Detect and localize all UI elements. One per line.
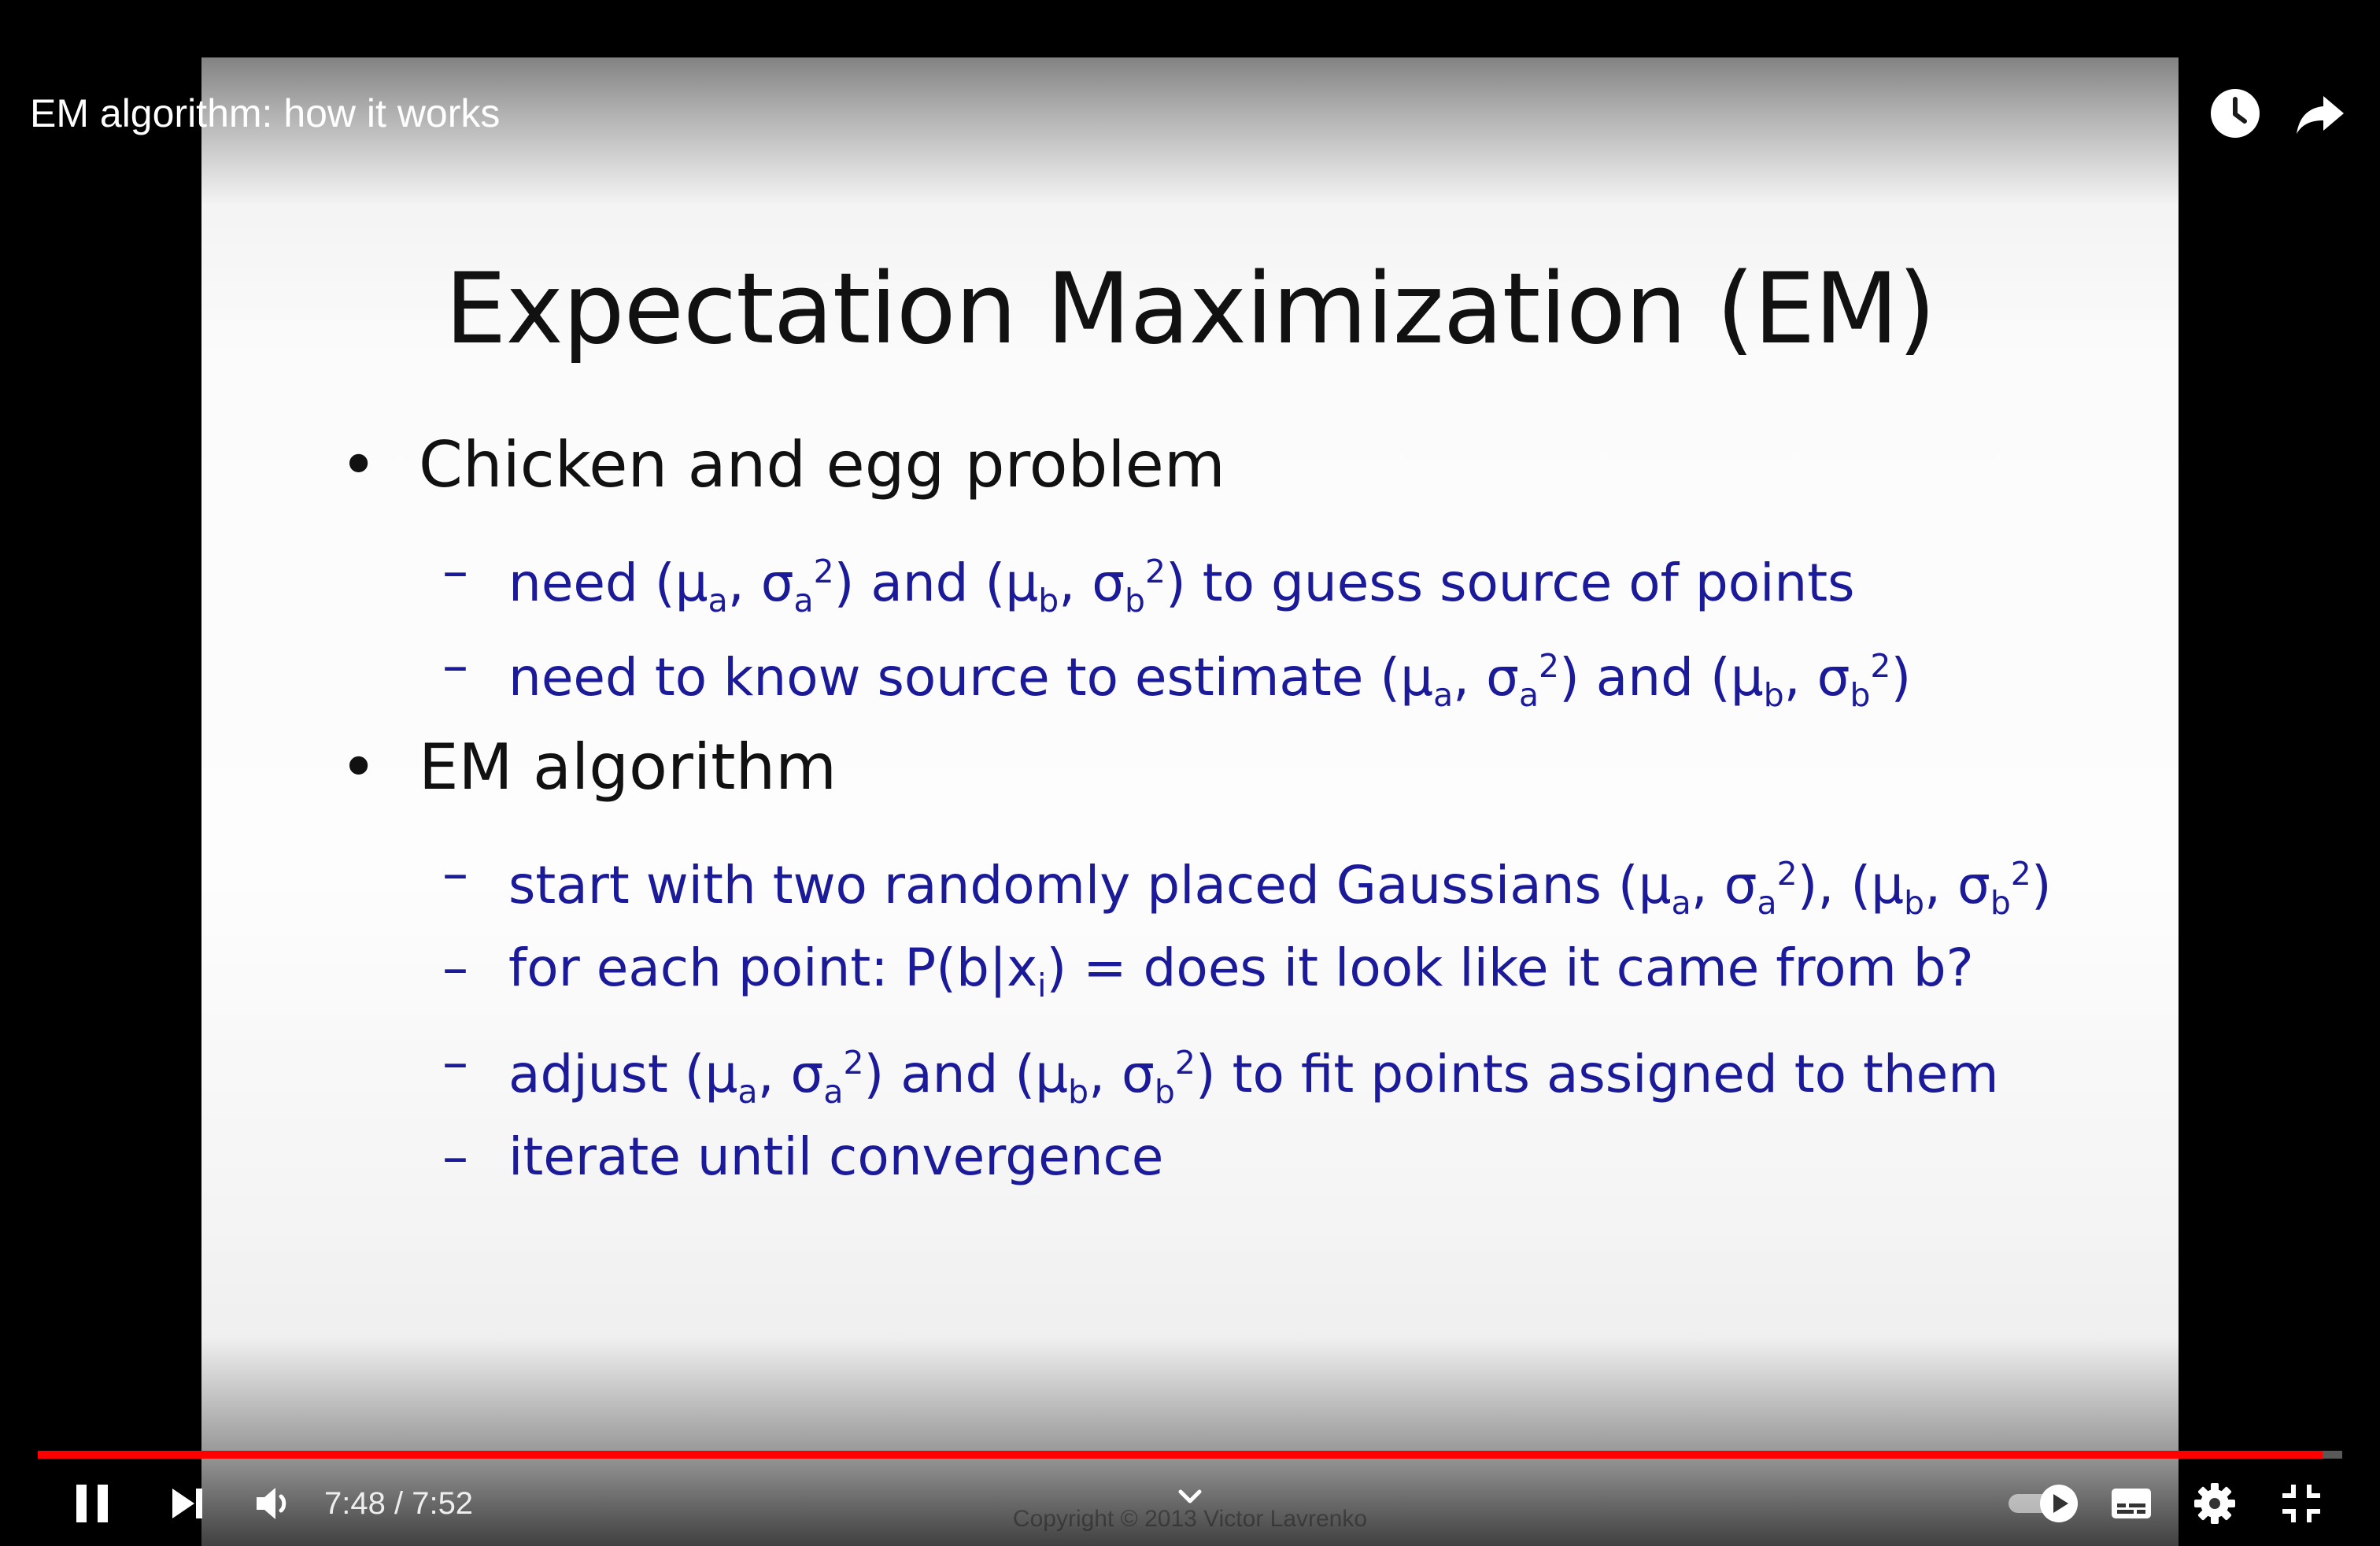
bullet-text: Chicken and egg problem xyxy=(419,428,1225,501)
bullet-text: EM algorithm xyxy=(419,730,837,804)
sub-bullet-text: adjust (μa, σa2) and (μb, σb2) to fit po… xyxy=(508,1044,1999,1111)
sub-bullet-marker: – xyxy=(442,635,468,696)
next-icon xyxy=(172,1489,202,1518)
watch-later-button[interactable] xyxy=(2204,82,2267,145)
sub-bullet-text: for each point: P(b|xi) = does it look l… xyxy=(508,938,1974,1005)
gear-icon xyxy=(2194,1483,2235,1524)
exit-fullscreen-icon xyxy=(2282,1485,2320,1522)
subtitles-icon xyxy=(2112,1489,2151,1518)
progress-played xyxy=(38,1451,2323,1459)
bullet-marker: • xyxy=(340,730,378,804)
chevron-down-icon xyxy=(1178,1489,1202,1503)
sub-bullet-text: iterate until convergence xyxy=(508,1126,1164,1187)
pause-button[interactable] xyxy=(63,1475,123,1532)
subtitles-button[interactable] xyxy=(2100,1475,2163,1532)
sub-bullet-marker: – xyxy=(442,1126,468,1187)
sub-bullet-marker: – xyxy=(442,1032,468,1093)
video-title[interactable]: EM algorithm: how it works xyxy=(30,88,500,139)
share-button[interactable] xyxy=(2289,82,2352,145)
sub-bullet-marker: – xyxy=(442,541,468,601)
next-button[interactable] xyxy=(157,1475,217,1532)
share-icon xyxy=(2297,96,2344,134)
duration: 7:52 xyxy=(412,1486,474,1521)
slide: Expectation Maximization (EM) • Chicken … xyxy=(201,57,2179,1546)
clock-icon xyxy=(2211,89,2260,138)
progress-bar[interactable] xyxy=(38,1451,2342,1459)
settings-button[interactable] xyxy=(2183,1475,2246,1532)
sub-bullet-text: need (μa, σa2) and (μb, σb2) to guess so… xyxy=(508,553,1855,620)
current-time: 7:48 xyxy=(324,1486,386,1521)
time-display: 7:48 / 7:52 xyxy=(324,1478,473,1529)
time-separator: / xyxy=(385,1486,412,1521)
expand-chevron-button[interactable] xyxy=(1165,1477,1215,1516)
bullet-marker: • xyxy=(340,428,378,501)
sub-bullet-marker: – xyxy=(442,938,468,998)
autoplay-toggle-icon xyxy=(2009,1485,2078,1522)
sub-bullet-marker: – xyxy=(442,843,468,904)
video-player[interactable]: Expectation Maximization (EM) • Chicken … xyxy=(0,0,2380,1546)
autoplay-toggle[interactable] xyxy=(2005,1475,2084,1532)
slide-title: Expectation Maximization (EM) xyxy=(445,253,1936,366)
sub-bullet-text: start with two randomly placed Gaussians… xyxy=(508,855,2052,923)
pause-icon xyxy=(76,1485,108,1522)
volume-button[interactable] xyxy=(244,1475,304,1532)
exit-fullscreen-button[interactable] xyxy=(2270,1475,2333,1532)
volume-icon xyxy=(257,1488,286,1519)
sub-bullet-text: need to know source to estimate (μa, σa2… xyxy=(508,647,1912,715)
